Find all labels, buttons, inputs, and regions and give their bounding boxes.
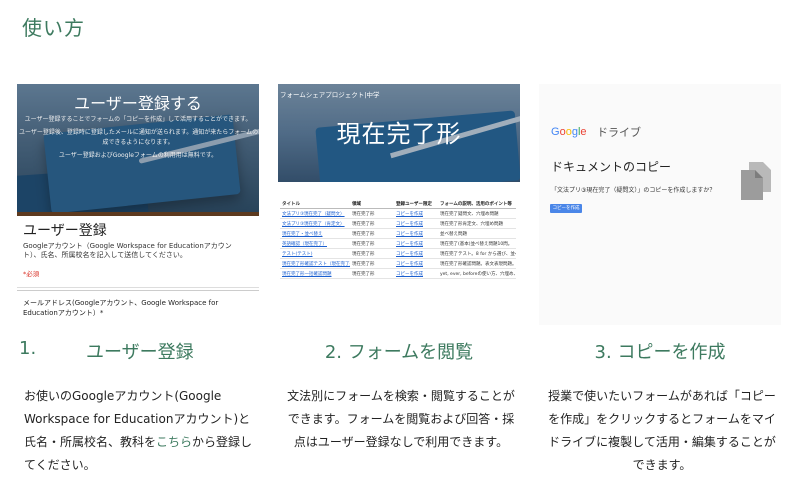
step-title-register: ユーザー登録 — [86, 342, 194, 363]
project-name: フォームシェアプロジェクト|中学 — [280, 91, 380, 99]
form-title: ユーザー登録 — [23, 223, 107, 239]
table-cell: 現在完了形肯定文、穴埋め問題 — [438, 218, 516, 229]
registration-preview-card[interactable]: ユーザー登録する ユーザー登録することでフォームの「コピーを作成」して活用するこ… — [17, 84, 259, 325]
step-description-register: お使いのGoogleアカウント(Google Workspace for Edu… — [24, 389, 253, 472]
table-header: フォームの説明、活用のポイント等 — [438, 200, 516, 209]
register-link[interactable]: こちら — [156, 435, 192, 449]
drive-copy-preview-card[interactable]: Google ドライブ ドキュメントのコピー 「文法プリ③現在完了（疑問文）」の… — [539, 84, 781, 325]
hero-text-line: ユーザー登録することでフォームの「コピーを作成」して活用することができます。 — [24, 116, 252, 123]
table-cell: 現在完了疑問文、穴埋め問題 — [438, 208, 516, 219]
table-row: 英語確認（現在完了） 現在完了形 コピーを作成 現在完了(基本)並べ替え問題10… — [280, 238, 516, 249]
table-cell: 並べ替え問題 — [438, 228, 516, 239]
table-cell: 現在完了形 — [350, 268, 394, 279]
table-header: タイトル — [280, 200, 350, 209]
table-cell: 現在完了形 — [350, 258, 394, 269]
form-title-link[interactable]: 現在完了形一括確認問題 — [280, 268, 350, 279]
copy-link[interactable]: コピーを作成 — [394, 228, 438, 239]
table-row: 文法プリ③現在完了（肯定文） 現在完了形 コピーを作成 現在完了形肯定文、穴埋め… — [280, 218, 516, 229]
form-title-link[interactable]: 文法プリ③現在完了（疑問文） — [280, 208, 350, 219]
form-table: タイトル 領域 登録ユーザー限定 フォームの説明、活用のポイント等 文法プリ③現… — [280, 200, 516, 279]
google-logo: Google — [551, 126, 587, 138]
copy-link[interactable]: コピーを作成 — [394, 248, 438, 259]
make-copy-button[interactable]: コピーを作成 — [550, 204, 582, 213]
dialog-message: 「文法プリ③現在完了（疑問文）」のコピーを作成しますか？ — [551, 187, 716, 194]
dialog-title: ドキュメントのコピー — [551, 160, 672, 174]
hero-image: ユーザー登録する ユーザー登録することでフォームの「コピーを作成」して活用するこ… — [17, 84, 259, 212]
copy-link[interactable]: コピーを作成 — [394, 238, 438, 249]
page-title: 使い方 — [22, 16, 85, 40]
form-title-link[interactable]: 現在完了形確認テスト（現在完了形） — [280, 258, 350, 269]
hero-image: フォームシェアプロジェクト|中学 現在完了形 — [278, 84, 520, 182]
form-title-link[interactable]: 英語確認（現在完了） — [280, 238, 350, 249]
hero-title: ユーザー登録する — [74, 94, 202, 113]
hero-text-line: 成できるようになります。 — [102, 139, 174, 146]
table-cell: 現在完了(基本)並べ替え問題10問。 — [438, 238, 516, 249]
table-cell: 現在完了形 — [350, 238, 394, 249]
drive-product-name: ドライブ — [597, 126, 641, 139]
table-row: 現在完了・並べ替え 現在完了形 コピーを作成 並べ替え問題 — [280, 228, 516, 239]
table-header: 登録ユーザー限定 — [394, 200, 438, 209]
step-number: 1. — [19, 338, 37, 359]
copy-link[interactable]: コピーを作成 — [394, 268, 438, 279]
step-description-browse: 文法別にフォームを検索・閲覧することができます。フォームを閲覧および回答・採点は… — [287, 389, 515, 449]
table-row: テスト(テスト) 現在完了形 コピーを作成 現在完了テスト。8 for から選び… — [280, 248, 516, 259]
question-label: メールアドレス(Googleアカウント、Google Workspace for… — [23, 299, 219, 317]
table-cell: 現在完了形 — [350, 228, 394, 239]
table-cell: 現在完了形 — [350, 208, 394, 219]
copy-link[interactable]: コピーを作成 — [394, 218, 438, 229]
form-title-link[interactable]: 現在完了・並べ替え — [280, 228, 350, 239]
table-header: 領域 — [350, 200, 394, 209]
hero-text-line: ユーザー登録後、登録時に登録したメールに通知が送られます。通知が来たらフォームの… — [19, 129, 259, 136]
form-header: ユーザー登録 Googleアカウント（Google Workspace for … — [17, 216, 259, 288]
step-title-copy: 3. コピーを作成 — [594, 342, 726, 363]
required-note: *必須 — [23, 270, 40, 278]
step-title-browse: 2. フォームを閲覧 — [324, 342, 474, 363]
form-title-link[interactable]: 文法プリ③現在完了（肯定文） — [280, 218, 350, 229]
table-cell: 現在完了形確認問題。表文表現問題。 — [438, 258, 516, 269]
hero-title: 現在完了形 — [336, 120, 462, 148]
document-copy-icon — [741, 162, 771, 200]
table-cell: 現在完了形 — [350, 248, 394, 259]
table-row: 現在完了形一括確認問題 現在完了形 コピーを作成 yet, ever, befo… — [280, 268, 516, 279]
form-question: メールアドレス(Googleアカウント、Google Workspace for… — [17, 290, 259, 325]
form-list-preview-card[interactable]: フォームシェアプロジェクト|中学 現在完了形 タイトル 領域 登録ユーザー限定 … — [278, 84, 520, 325]
table-cell: 現在完了テスト。8 for から選び、並べ — [438, 248, 516, 259]
table-cell: yet, ever, beforeの使い方、穴埋め、日本 — [438, 268, 516, 279]
table-row: 文法プリ③現在完了（疑問文） 現在完了形 コピーを作成 現在完了疑問文、穴埋め問… — [280, 208, 516, 219]
copy-link[interactable]: コピーを作成 — [394, 258, 438, 269]
form-title-link[interactable]: テスト(テスト) — [280, 248, 350, 259]
hero-text-line: ユーザー登録およびGoogleフォームの利用用は無料です。 — [58, 152, 218, 159]
table-cell: 現在完了形 — [350, 218, 394, 229]
step-description-copy: 授業で使いたいフォームがあれば「コピーを作成」をクリックするとフォームをマイドラ… — [548, 389, 776, 472]
copy-link[interactable]: コピーを作成 — [394, 208, 438, 219]
form-description: Googleアカウント（Google Workspace for Educati… — [23, 242, 232, 260]
table-row: 現在完了形確認テスト（現在完了形） 現在完了形 コピーを作成 現在完了形確認問題… — [280, 258, 516, 269]
form-table-area: タイトル 領域 登録ユーザー限定 フォームの説明、活用のポイント等 文法プリ③現… — [278, 184, 520, 325]
